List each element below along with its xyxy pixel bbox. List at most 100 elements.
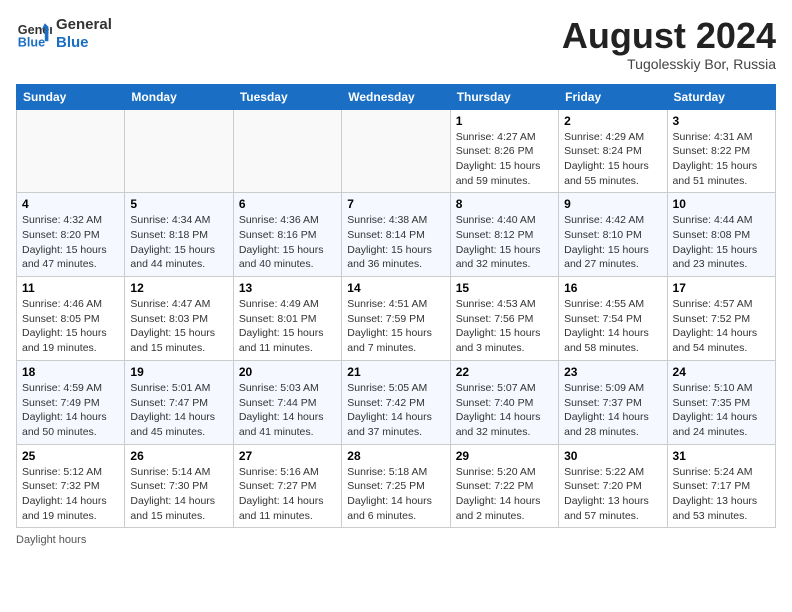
day-info: Sunrise: 4:36 AMSunset: 8:16 PMDaylight:…: [239, 213, 336, 272]
calendar-cell: 15Sunrise: 4:53 AMSunset: 7:56 PMDayligh…: [450, 277, 558, 361]
day-info: Sunrise: 5:05 AMSunset: 7:42 PMDaylight:…: [347, 381, 444, 440]
logo-text: General Blue: [56, 16, 112, 52]
day-info: Sunrise: 4:38 AMSunset: 8:14 PMDaylight:…: [347, 213, 444, 272]
day-number: 12: [130, 281, 227, 295]
day-info: Sunrise: 5:16 AMSunset: 7:27 PMDaylight:…: [239, 465, 336, 524]
calendar-cell: 30 Sunrise: 5:22 AMSunset: 7:20 PMDayligh…: [559, 444, 667, 528]
day-info: Sunrise: 4:51 AMSunset: 7:59 PMDaylight:…: [347, 297, 444, 356]
day-number: 24: [673, 365, 770, 379]
calendar-cell: 29Sunrise: 5:20 AMSunset: 7:22 PMDayligh…: [450, 444, 558, 528]
calendar-cell: 8 Sunrise: 4:40 AMSunset: 8:12 PMDaylight…: [450, 193, 558, 277]
day-number: 23: [564, 365, 661, 379]
day-number: 21: [347, 365, 444, 379]
calendar-cell: [342, 109, 450, 193]
day-number: 26: [130, 449, 227, 463]
calendar-day-header: Friday: [559, 84, 667, 109]
day-info: Sunrise: 4:42 AMSunset: 8:10 PMDaylight:…: [564, 213, 661, 272]
day-info: Sunrise: 4:47 AMSunset: 8:03 PMDaylight:…: [130, 297, 227, 356]
calendar-week-row: 18Sunrise: 4:59 AMSunset: 7:49 PMDayligh…: [17, 360, 776, 444]
calendar-cell: 31Sunrise: 5:24 AMSunset: 7:17 PMDayligh…: [667, 444, 775, 528]
day-info: Sunrise: 5:18 AMSunset: 7:25 PMDaylight:…: [347, 465, 444, 524]
calendar-day-header: Thursday: [450, 84, 558, 109]
day-info: Sunrise: 5:24 AMSunset: 7:17 PMDaylight:…: [673, 465, 770, 524]
day-number: 13: [239, 281, 336, 295]
day-number: 8: [456, 197, 553, 211]
calendar-week-row: 1Sunrise: 4:27 AMSunset: 8:26 PMDaylight…: [17, 109, 776, 193]
calendar-cell: 7 Sunrise: 4:38 AMSunset: 8:14 PMDaylight…: [342, 193, 450, 277]
calendar-header-row: SundayMondayTuesdayWednesdayThursdayFrid…: [17, 84, 776, 109]
calendar-cell: [17, 109, 125, 193]
day-number: 16: [564, 281, 661, 295]
day-number: 5: [130, 197, 227, 211]
day-info: Sunrise: 5:07 AMSunset: 7:40 PMDaylight:…: [456, 381, 553, 440]
calendar-cell: 19 Sunrise: 5:01 AMSunset: 7:47 PMDayligh…: [125, 360, 233, 444]
day-info: Sunrise: 5:09 AMSunset: 7:37 PMDaylight:…: [564, 381, 661, 440]
day-number: 14: [347, 281, 444, 295]
day-number: 19: [130, 365, 227, 379]
calendar-cell: 13Sunrise: 4:49 AMSunset: 8:01 PMDayligh…: [233, 277, 341, 361]
day-number: 17: [673, 281, 770, 295]
calendar-cell: 26 Sunrise: 5:14 AMSunset: 7:30 PMDayligh…: [125, 444, 233, 528]
day-number: 22: [456, 365, 553, 379]
day-info: Sunrise: 5:12 AMSunset: 7:32 PMDaylight:…: [22, 465, 119, 524]
day-info: Sunrise: 4:57 AMSunset: 7:52 PMDaylight:…: [673, 297, 770, 356]
day-number: 7: [347, 197, 444, 211]
day-info: Sunrise: 4:55 AMSunset: 7:54 PMDaylight:…: [564, 297, 661, 356]
calendar-cell: 18Sunrise: 4:59 AMSunset: 7:49 PMDayligh…: [17, 360, 125, 444]
day-number: 2: [564, 114, 661, 128]
calendar-day-header: Monday: [125, 84, 233, 109]
calendar-cell: 5Sunrise: 4:34 AMSunset: 8:18 PMDaylight…: [125, 193, 233, 277]
calendar-cell: 22 Sunrise: 5:07 AMSunset: 7:40 PMDayligh…: [450, 360, 558, 444]
calendar-cell: 21 Sunrise: 5:05 AMSunset: 7:42 PMDayligh…: [342, 360, 450, 444]
calendar-cell: 12 Sunrise: 4:47 AMSunset: 8:03 PMDayligh…: [125, 277, 233, 361]
day-info: Sunrise: 4:31 AMSunset: 8:22 PMDaylight:…: [673, 130, 770, 189]
daylight-label: Daylight hours: [16, 534, 86, 546]
logo-line1: General: [56, 16, 112, 34]
day-number: 30: [564, 449, 661, 463]
day-info: Sunrise: 4:27 AMSunset: 8:26 PMDaylight:…: [456, 130, 553, 189]
calendar-footer: Daylight hours: [16, 534, 776, 546]
calendar-day-header: Tuesday: [233, 84, 341, 109]
day-number: 28: [347, 449, 444, 463]
calendar-cell: 14 Sunrise: 4:51 AMSunset: 7:59 PMDayligh…: [342, 277, 450, 361]
calendar-cell: 2 Sunrise: 4:29 AMSunset: 8:24 PMDaylight…: [559, 109, 667, 193]
calendar-cell: [233, 109, 341, 193]
calendar-cell: 16 Sunrise: 4:55 AMSunset: 7:54 PMDayligh…: [559, 277, 667, 361]
day-info: Sunrise: 5:10 AMSunset: 7:35 PMDaylight:…: [673, 381, 770, 440]
calendar-cell: 17 Sunrise: 4:57 AMSunset: 7:52 PMDayligh…: [667, 277, 775, 361]
day-number: 6: [239, 197, 336, 211]
day-info: Sunrise: 5:01 AMSunset: 7:47 PMDaylight:…: [130, 381, 227, 440]
svg-text:Blue: Blue: [18, 36, 45, 50]
day-info: Sunrise: 5:14 AMSunset: 7:30 PMDaylight:…: [130, 465, 227, 524]
calendar-title: August 2024: [562, 16, 776, 56]
title-block: August 2024 Tugolesskiy Bor, Russia: [562, 16, 776, 72]
calendar-cell: 24 Sunrise: 5:10 AMSunset: 7:35 PMDayligh…: [667, 360, 775, 444]
calendar-cell: 11Sunrise: 4:46 AMSunset: 8:05 PMDayligh…: [17, 277, 125, 361]
calendar-cell: 4Sunrise: 4:32 AMSunset: 8:20 PMDaylight…: [17, 193, 125, 277]
day-info: Sunrise: 5:22 AMSunset: 7:20 PMDaylight:…: [564, 465, 661, 524]
calendar-week-row: 11Sunrise: 4:46 AMSunset: 8:05 PMDayligh…: [17, 277, 776, 361]
day-info: Sunrise: 4:44 AMSunset: 8:08 PMDaylight:…: [673, 213, 770, 272]
calendar-cell: 3 Sunrise: 4:31 AMSunset: 8:22 PMDaylight…: [667, 109, 775, 193]
day-info: Sunrise: 4:29 AMSunset: 8:24 PMDaylight:…: [564, 130, 661, 189]
logo: General Blue General Blue: [16, 16, 112, 52]
logo-icon: General Blue: [16, 16, 52, 52]
calendar-cell: 1Sunrise: 4:27 AMSunset: 8:26 PMDaylight…: [450, 109, 558, 193]
calendar-day-header: Sunday: [17, 84, 125, 109]
day-info: Sunrise: 4:40 AMSunset: 8:12 PMDaylight:…: [456, 213, 553, 272]
day-number: 10: [673, 197, 770, 211]
calendar-week-row: 4Sunrise: 4:32 AMSunset: 8:20 PMDaylight…: [17, 193, 776, 277]
calendar-cell: 28 Sunrise: 5:18 AMSunset: 7:25 PMDayligh…: [342, 444, 450, 528]
day-number: 20: [239, 365, 336, 379]
calendar-cell: 20Sunrise: 5:03 AMSunset: 7:44 PMDayligh…: [233, 360, 341, 444]
day-number: 18: [22, 365, 119, 379]
calendar-cell: 25Sunrise: 5:12 AMSunset: 7:32 PMDayligh…: [17, 444, 125, 528]
calendar-cell: 9Sunrise: 4:42 AMSunset: 8:10 PMDaylight…: [559, 193, 667, 277]
logo-line2: Blue: [56, 34, 112, 52]
day-number: 27: [239, 449, 336, 463]
page-header: General Blue General Blue August 2024 Tu…: [16, 16, 776, 72]
day-info: Sunrise: 4:46 AMSunset: 8:05 PMDaylight:…: [22, 297, 119, 356]
day-number: 3: [673, 114, 770, 128]
calendar-cell: 10 Sunrise: 4:44 AMSunset: 8:08 PMDayligh…: [667, 193, 775, 277]
calendar-cell: [125, 109, 233, 193]
